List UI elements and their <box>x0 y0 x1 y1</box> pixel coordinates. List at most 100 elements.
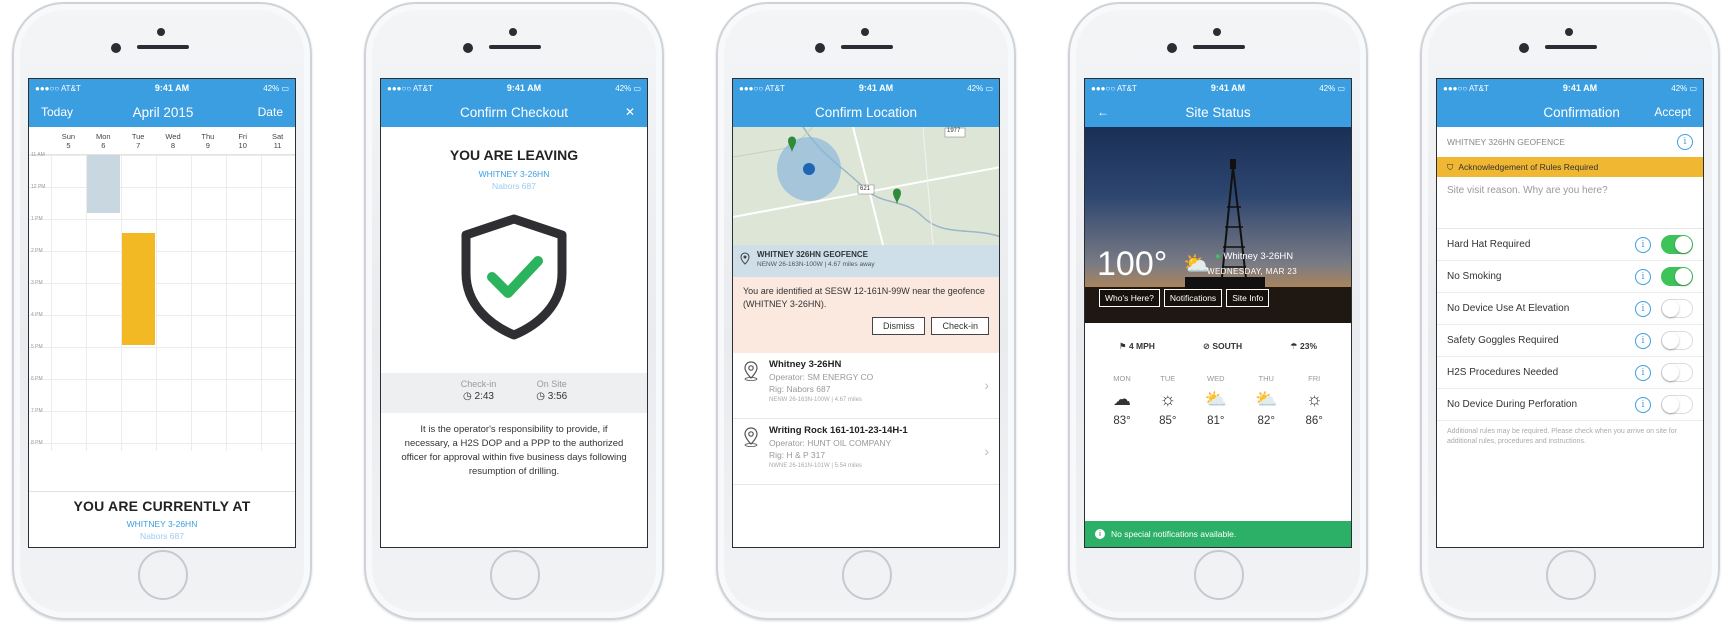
camera-dot <box>1565 28 1573 36</box>
dismiss-button[interactable]: Dismiss <box>871 317 926 335</box>
info-icon[interactable]: i <box>1635 268 1651 285</box>
shield-check-icon <box>461 214 567 340</box>
site-status-screen: ●●●○○ AT&T 9:41 AM 42% ▭ ← Site Status 1… <box>1084 78 1352 548</box>
umbrella-icon: ☂ <box>1290 341 1298 351</box>
forecast-day: WED ⛅ 81° <box>1204 374 1227 427</box>
battery-label: 42% ▭ <box>967 83 993 93</box>
day-header[interactable]: Wed 8 <box>156 132 191 150</box>
front-camera <box>815 43 825 53</box>
visit-reason-input[interactable]: Site visit reason. Why are you here? <box>1437 177 1703 229</box>
rule-label: H2S Procedures Needed <box>1447 367 1559 378</box>
notification-banner[interactable]: i No special notifications available. <box>1085 521 1351 547</box>
camera-dot <box>861 28 869 36</box>
home-button[interactable] <box>490 550 540 600</box>
clock: 9:41 AM <box>858 83 894 93</box>
rule-toggle[interactable] <box>1661 267 1693 286</box>
site-info-button[interactable]: Site Info <box>1226 289 1270 307</box>
status-bar: ●●●○○ AT&T 9:41 AM 42% ▭ <box>29 79 295 97</box>
location-pin-icon <box>740 252 750 270</box>
rule-toggle[interactable] <box>1661 363 1693 382</box>
day-header[interactable]: Fri 10 <box>225 132 260 150</box>
geofence-banner[interactable]: WHITNEY 326HN GEOFENCE NENW 26-163N-100W… <box>733 245 999 277</box>
rule-toggle[interactable] <box>1661 299 1693 318</box>
partly-cloudy-icon: ⛅ <box>1255 389 1278 409</box>
hour-line: 2 PM <box>29 248 295 254</box>
site-name: Writing Rock 161-101-23-14H-1 <box>769 425 908 436</box>
rules-footnote: Additional rules may be required. Please… <box>1447 428 1677 445</box>
rule-label: Hard Hat Required <box>1447 239 1531 250</box>
hour-line: 8 PM <box>29 440 295 446</box>
front-camera <box>1519 43 1529 53</box>
rule-row: No Device During Perforation i <box>1437 389 1703 421</box>
home-button[interactable] <box>842 550 892 600</box>
map-view[interactable]: 1977 621 <box>733 127 999 245</box>
operator-label: Operator: SM ENERGY CO <box>769 372 874 382</box>
geofence-subtitle: NENW 26-163N-100W | 4.67 miles away <box>757 261 875 268</box>
leaving-rig-name: Nabors 687 <box>492 181 536 191</box>
today-button[interactable]: Today <box>41 105 73 119</box>
info-icon[interactable]: i <box>1635 396 1651 413</box>
past-visit-event[interactable] <box>87 155 120 213</box>
compass-icon: ⊘ <box>1202 341 1210 351</box>
date-button[interactable]: Date <box>253 105 283 119</box>
rule-label: No Device Use At Elevation <box>1447 303 1570 314</box>
current-site-name[interactable]: WHITNEY 3-26HN <box>29 519 295 529</box>
notifications-button[interactable]: Notifications <box>1163 289 1223 307</box>
day-header[interactable]: Sat 11 <box>260 132 295 150</box>
carrier-label: ●●●○○ AT&T <box>739 83 785 93</box>
conditions-row: ⚑ 4 MPH ⊘ SOUTH ☂ 23% <box>1085 323 1351 352</box>
status-bar: ●●●○○ AT&T 9:41 AM 42% ▭ <box>733 79 999 97</box>
rule-label: Safety Goggles Required <box>1447 335 1559 346</box>
info-icon[interactable]: i <box>1635 300 1651 317</box>
list-item[interactable]: Whitney 3-26HN Operator: SM ENERGY CO Ri… <box>733 353 999 419</box>
page-title: Confirm Checkout <box>459 104 569 120</box>
home-button[interactable] <box>138 550 188 600</box>
home-button[interactable] <box>1194 550 1244 600</box>
hour-line: 3 PM <box>29 280 295 286</box>
cloud-icon: ☁ <box>1113 389 1132 409</box>
phone-frame-location: ●●●○○ AT&T 9:41 AM 42% ▭ Confirm Locatio… <box>716 2 1016 620</box>
forecast-day: TUE ☼ 85° <box>1159 374 1177 427</box>
day-header[interactable]: Tue 7 <box>121 132 156 150</box>
back-arrow-icon[interactable]: ← <box>1097 105 1127 119</box>
list-item[interactable]: Writing Rock 161-101-23-14H-1 Operator: … <box>733 419 999 485</box>
carrier-label: ●●●○○ AT&T <box>35 83 81 93</box>
battery-label: 42% ▭ <box>615 83 641 93</box>
info-icon: i <box>1095 529 1105 539</box>
day-header[interactable]: Mon 6 <box>86 132 121 150</box>
current-site-panel: YOU ARE CURRENTLY AT WHITNEY 3-26HN Nabo… <box>29 491 295 547</box>
active-visit-event[interactable] <box>122 233 155 345</box>
checkin-time: Check-in ◷ 2:43 <box>460 379 497 402</box>
hour-line: 11 AM <box>29 152 295 158</box>
battery-label: 42% ▭ <box>1671 83 1697 93</box>
rig-label: Rig: H & P 317 <box>769 450 826 460</box>
day-header[interactable]: Sun 5 <box>51 132 86 150</box>
nav-bar: Today April 2015 Date <box>29 97 295 127</box>
page-title: April 2015 <box>132 104 194 120</box>
calendar-screen: ●●●○○ AT&T 9:41 AM 42% ▭ Today April 201… <box>28 78 296 548</box>
carrier-label: ●●●○○ AT&T <box>1443 83 1489 93</box>
info-icon[interactable]: i <box>1635 236 1651 253</box>
rule-toggle[interactable] <box>1661 395 1693 414</box>
checkout-screen: ●●●○○ AT&T 9:41 AM 42% ▭ Confirm Checkou… <box>380 78 648 548</box>
phone-frame-site-status: ●●●○○ AT&T 9:41 AM 42% ▭ ← Site Status 1… <box>1068 2 1368 620</box>
nav-bar: Confirm Location <box>733 97 999 127</box>
info-icon[interactable]: i <box>1635 332 1651 349</box>
forecast-day: FRI ☼ 86° <box>1305 374 1323 427</box>
chevron-right-icon: › <box>984 377 989 393</box>
forecast-day: THU ⛅ 82° <box>1255 374 1278 427</box>
info-icon[interactable]: i <box>1635 364 1651 381</box>
hour-line: 5 PM <box>29 344 295 350</box>
rule-toggle[interactable] <box>1661 331 1693 350</box>
day-divider <box>226 155 227 451</box>
checkin-button[interactable]: Check-in <box>931 317 989 335</box>
whos-here-button[interactable]: Who's Here? <box>1099 289 1160 307</box>
day-header[interactable]: Thu 9 <box>190 132 225 150</box>
home-button[interactable] <box>1546 550 1596 600</box>
rule-toggle[interactable] <box>1661 235 1693 254</box>
calendar-grid[interactable]: 11 AM 12 PM 1 PM 2 PM 3 PM 4 PM 5 PM 6 P… <box>29 152 295 451</box>
accept-button[interactable]: Accept <box>1654 105 1691 119</box>
info-icon[interactable]: i <box>1677 134 1693 150</box>
precipitation: ☂ 23% <box>1290 341 1318 351</box>
close-icon[interactable]: ✕ <box>605 105 635 119</box>
